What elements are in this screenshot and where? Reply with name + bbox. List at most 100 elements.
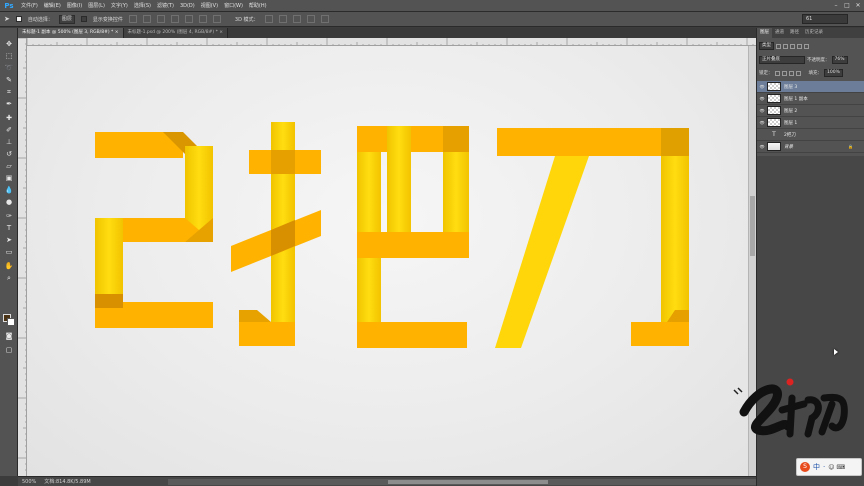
horizontal-scrollbar[interactable] (168, 479, 758, 485)
lock-all-icon[interactable] (795, 70, 801, 76)
lasso-tool-icon[interactable]: ➰ (3, 64, 15, 73)
roll-3d-icon[interactable] (278, 15, 287, 23)
auto-select-checkbox[interactable] (15, 16, 22, 22)
close-icon[interactable]: × (219, 30, 223, 35)
align-left-icon[interactable] (170, 15, 179, 23)
path-select-tool-icon[interactable]: ➤ (3, 236, 15, 245)
auto-select-dropdown[interactable]: 图层 (58, 14, 75, 24)
menu-item-2[interactable]: 图像(I) (64, 0, 85, 12)
marquee-tool-icon[interactable]: ⬚ (3, 52, 15, 61)
background-color-swatch[interactable] (7, 318, 15, 326)
filter-type-icon[interactable] (790, 43, 795, 49)
dodge-tool-icon[interactable]: ● (3, 198, 15, 207)
filter-smart-icon[interactable] (804, 43, 809, 49)
document-canvas[interactable] (27, 46, 748, 476)
fill-field[interactable]: 100% (824, 69, 843, 77)
visibility-eye-icon[interactable]: 👁 (757, 108, 767, 113)
shape-tool-icon[interactable]: ▭ (3, 248, 15, 257)
vertical-ruler[interactable] (18, 38, 27, 476)
rotate-3d-icon[interactable] (264, 15, 273, 23)
align-middle-icon[interactable] (142, 15, 151, 23)
scale-3d-icon[interactable] (320, 15, 329, 23)
visibility-eye-icon[interactable]: 👁 (757, 144, 767, 149)
layer-name: 背景 (784, 144, 793, 150)
screen-mode-icon[interactable]: ▢ (3, 346, 15, 355)
eraser-tool-icon[interactable]: ▱ (3, 162, 15, 171)
menu-item-8[interactable]: 视图(V) (198, 0, 221, 12)
menu-item-10[interactable]: 帮助(H) (246, 0, 270, 12)
menu-item-5[interactable]: 选择(S) (131, 0, 154, 12)
visibility-eye-icon[interactable]: 👁 (757, 96, 767, 101)
close-button[interactable]: ✕ (854, 1, 862, 10)
lock-transparent-icon[interactable] (774, 70, 780, 76)
crop-tool-icon[interactable]: ⌗ (3, 88, 15, 97)
lock-position-icon[interactable] (788, 70, 794, 76)
ime-punct[interactable]: · (823, 463, 825, 471)
horizontal-ruler[interactable] (27, 38, 756, 46)
zoom-level[interactable]: 500% (22, 479, 36, 485)
scroll-thumb[interactable] (388, 480, 548, 484)
pen-tool-icon[interactable]: ✑ (3, 212, 15, 221)
workspace-dropdown[interactable]: 61 (802, 14, 848, 24)
layer-row[interactable]: 👁 图层 2 (757, 105, 864, 117)
visibility-eye-icon[interactable]: 👁 (757, 84, 767, 89)
tab-channels[interactable]: 通道 (772, 28, 787, 38)
drag-3d-icon[interactable] (292, 15, 301, 23)
layer-row[interactable]: 👁 背景 🔒 (757, 141, 864, 153)
filter-shape-icon[interactable] (797, 43, 802, 49)
visibility-eye-icon[interactable]: 👁 (757, 120, 767, 125)
history-brush-tool-icon[interactable]: ↺ (3, 150, 15, 159)
menu-item-4[interactable]: 文字(Y) (108, 0, 131, 12)
menu-item-3[interactable]: 图层(L) (85, 0, 108, 12)
gradient-tool-icon[interactable]: ▣ (3, 174, 15, 183)
minimize-button[interactable]: – (832, 1, 840, 10)
panel-tab-bar: 图层 通道 路径 历史记录 (757, 28, 864, 38)
maximize-button[interactable]: □ (843, 1, 851, 10)
show-transform-checkbox[interactable] (80, 16, 87, 22)
filter-adjust-icon[interactable] (783, 43, 788, 49)
tab-document-2[interactable]: 未标题-1.psd @ 200% (图层 4, RGB/8#) * × (123, 28, 229, 38)
tab-history[interactable]: 历史记录 (802, 28, 826, 38)
quick-mask-icon[interactable]: ◙ (3, 332, 15, 341)
menu-item-9[interactable]: 窗口(W) (221, 0, 246, 12)
ime-mode[interactable]: 中 (813, 462, 820, 472)
brush-tool-icon[interactable]: ✐ (3, 126, 15, 135)
tab-layers[interactable]: 图层 (757, 28, 772, 38)
layer-row[interactable]: 👁 图层 1 (757, 117, 864, 129)
layer-row[interactable]: 👁 图层 3 (757, 81, 864, 93)
opacity-field[interactable]: 76% (831, 56, 848, 64)
tab-paths[interactable]: 路径 (787, 28, 802, 38)
menu-item-6[interactable]: 滤镜(T) (154, 0, 177, 12)
layer-row[interactable]: 👁 图层 1 副本 (757, 93, 864, 105)
clone-stamp-tool-icon[interactable]: ⊥ (3, 138, 15, 147)
ime-icons[interactable]: ☺ ⌨ (828, 464, 845, 471)
slide-3d-icon[interactable] (306, 15, 315, 23)
menu-item-7[interactable]: 3D(D) (177, 0, 198, 12)
tab-document-1[interactable]: 未标题-1 副本 @ 500% (图层 3, RGB/8#) * × (18, 28, 124, 38)
lock-image-icon[interactable] (781, 70, 787, 76)
menu-item-0[interactable]: 文件(F) (18, 0, 41, 12)
align-top-icon[interactable] (128, 15, 137, 23)
hand-tool-icon[interactable]: ✋ (3, 262, 15, 271)
blend-mode-dropdown[interactable]: 正片叠底 (759, 56, 805, 64)
quick-select-tool-icon[interactable]: ✎ (3, 76, 15, 85)
align-center-icon[interactable] (184, 15, 193, 23)
move-tool-icon[interactable]: ➤ (4, 15, 10, 23)
align-bottom-icon[interactable] (156, 15, 165, 23)
filter-pixel-icon[interactable] (776, 43, 781, 49)
scroll-thumb[interactable] (750, 196, 755, 256)
align-right-icon[interactable] (198, 15, 207, 23)
distribute-icon[interactable] (212, 15, 221, 23)
eyedropper-tool-icon[interactable]: ✒ (3, 100, 15, 109)
layer-row[interactable]: T 2把刀 (757, 129, 864, 141)
zoom-tool-icon[interactable]: ⌕ (3, 274, 15, 283)
blur-tool-icon[interactable]: 💧 (3, 186, 15, 195)
close-icon[interactable]: × (115, 30, 119, 35)
sogou-logo-icon[interactable]: S (800, 462, 810, 472)
healing-brush-tool-icon[interactable]: ✚ (3, 114, 15, 123)
ime-toolbar[interactable]: S 中 · ☺ ⌨ (796, 458, 862, 476)
menu-item-1[interactable]: 编辑(E) (41, 0, 64, 12)
type-tool-icon[interactable]: T (3, 224, 15, 233)
filter-kind-dropdown[interactable]: 类型 (759, 42, 774, 50)
move-tool-icon[interactable]: ✥ (3, 40, 15, 49)
